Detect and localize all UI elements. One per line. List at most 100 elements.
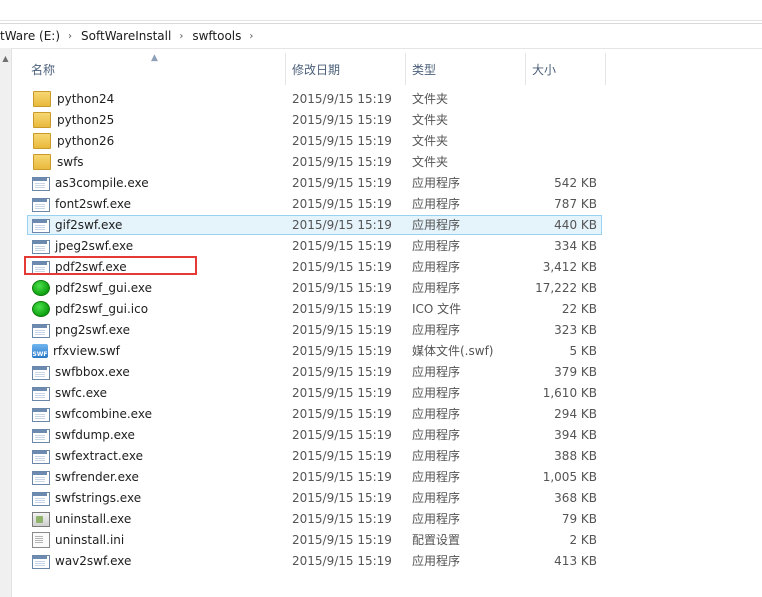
exe-icon [32, 449, 50, 464]
file-type: 应用程序 [412, 554, 461, 568]
file-name-cell: jpeg2swf.exe [32, 236, 133, 256]
file-row[interactable]: uninstall.ini 2015/9/15 15:19 配置设置 2 KB [27, 530, 602, 550]
file-row[interactable]: swfstrings.exe 2015/9/15 15:19 应用程序 368 KB [27, 488, 602, 508]
file-name: swfstrings.exe [55, 491, 142, 505]
address-bar[interactable]: tWare (E:) › SoftWareInstall › swftools … [0, 23, 762, 49]
file-row[interactable]: python26 2015/9/15 15:19 文件夹 [27, 131, 602, 151]
file-name: uninstall.ini [55, 533, 125, 547]
file-row[interactable]: swfc.exe 2015/9/15 15:19 应用程序 1,610 KB [27, 383, 602, 403]
file-row[interactable]: swfs 2015/9/15 15:19 文件夹 [27, 152, 602, 172]
file-type: 应用程序 [412, 428, 461, 442]
folder-icon [33, 91, 51, 107]
file-size: 2 KB [569, 533, 597, 547]
folder-icon [33, 112, 51, 128]
column-divider[interactable] [605, 53, 606, 85]
file-type: 配置设置 [412, 533, 461, 547]
file-name-cell: swfbbox.exe [32, 362, 130, 382]
file-date: 2015/9/15 15:19 [292, 491, 392, 505]
exe-icon [32, 323, 50, 338]
file-row[interactable]: png2swf.exe 2015/9/15 15:19 应用程序 323 KB [27, 320, 602, 340]
chevron-right-icon[interactable]: › [179, 31, 183, 42]
column-header-size[interactable]: 大小 [526, 49, 606, 89]
file-row[interactable]: font2swf.exe 2015/9/15 15:19 应用程序 787 KB [27, 194, 602, 214]
file-row[interactable]: swfdump.exe 2015/9/15 15:19 应用程序 394 KB [27, 425, 602, 445]
file-name-cell: swfs [32, 152, 84, 172]
file-row[interactable]: pdf2swf.exe 2015/9/15 15:19 应用程序 3,412 KB [27, 257, 602, 277]
file-row[interactable]: uninstall.exe 2015/9/15 15:19 应用程序 79 KB [27, 509, 602, 529]
file-row[interactable]: swfcombine.exe 2015/9/15 15:19 应用程序 294 KB [27, 404, 602, 424]
file-type: 媒体文件(.swf) [412, 344, 494, 358]
file-name: swfdump.exe [55, 428, 135, 442]
file-date: 2015/9/15 15:19 [292, 365, 392, 379]
file-date: 2015/9/15 15:19 [292, 218, 392, 232]
breadcrumb-item-softwareinstall[interactable]: SoftWareInstall [81, 29, 171, 43]
vertical-scrollbar[interactable]: ▲ [0, 48, 12, 597]
file-size: 1,005 KB [542, 470, 597, 484]
file-name: swfbbox.exe [55, 365, 130, 379]
file-name-cell: pdf2swf_gui.ico [32, 299, 148, 319]
chevron-right-icon[interactable]: › [68, 31, 72, 42]
file-name: swfs [57, 155, 84, 169]
file-type: 应用程序 [412, 449, 461, 463]
file-row[interactable]: jpeg2swf.exe 2015/9/15 15:19 应用程序 334 KB [27, 236, 602, 256]
file-row[interactable]: python24 2015/9/15 15:19 文件夹 [27, 89, 602, 109]
exe-icon [32, 491, 50, 506]
file-name: jpeg2swf.exe [55, 239, 134, 253]
file-size: 294 KB [554, 407, 597, 421]
file-date: 2015/9/15 15:19 [292, 470, 392, 484]
file-size: 22 KB [561, 302, 597, 316]
file-type: 文件夹 [412, 92, 449, 106]
breadcrumb-item-drive[interactable]: tWare (E:) [0, 29, 60, 43]
column-header-name[interactable]: 名称 ▲ [11, 49, 286, 89]
file-name-cell: png2swf.exe [32, 320, 130, 340]
file-name-cell: swfrender.exe [32, 467, 139, 487]
file-size: 379 KB [554, 365, 597, 379]
ini-icon [32, 532, 50, 548]
file-name-cell: swfstrings.exe [32, 488, 141, 508]
file-name: swfc.exe [55, 386, 107, 400]
file-name: as3compile.exe [55, 176, 149, 190]
chevron-right-icon[interactable]: › [249, 31, 253, 42]
exe-icon [32, 554, 50, 569]
file-row[interactable]: python25 2015/9/15 15:19 文件夹 [27, 110, 602, 130]
file-date: 2015/9/15 15:19 [292, 449, 392, 463]
exe-icon [32, 176, 50, 191]
file-row[interactable]: SWF rfxview.swf 2015/9/15 15:19 媒体文件(.swf) 5… [27, 341, 602, 361]
exe-icon [32, 386, 50, 401]
file-date: 2015/9/15 15:19 [292, 344, 392, 358]
column-header-type[interactable]: 类型 [406, 49, 526, 89]
swf-icon: SWF [32, 344, 48, 358]
column-header-name-label: 名称 [31, 62, 56, 77]
file-name: pdf2swf.exe [55, 260, 127, 274]
column-header-date[interactable]: 修改日期 [286, 49, 406, 89]
file-row[interactable]: swfbbox.exe 2015/9/15 15:19 应用程序 379 KB [27, 362, 602, 382]
exe-icon [32, 407, 50, 422]
file-row[interactable]: pdf2swf_gui.ico 2015/9/15 15:19 ICO 文件 22 K… [27, 299, 602, 319]
scroll-up-arrow-icon[interactable]: ▲ [1, 54, 10, 63]
file-size: 323 KB [554, 323, 597, 337]
breadcrumb-item-swftools[interactable]: swftools [192, 29, 241, 43]
file-name: python26 [57, 134, 115, 148]
file-date: 2015/9/15 15:19 [292, 113, 392, 127]
file-date: 2015/9/15 15:19 [292, 155, 392, 169]
exe-icon [32, 470, 50, 485]
file-date: 2015/9/15 15:19 [292, 407, 392, 421]
exe-icon [32, 428, 50, 443]
file-name: wav2swf.exe [55, 554, 132, 568]
file-row[interactable]: as3compile.exe 2015/9/15 15:19 应用程序 542 KB [27, 173, 602, 193]
file-date: 2015/9/15 15:19 [292, 239, 392, 253]
file-name: pdf2swf_gui.exe [55, 281, 153, 295]
file-row[interactable]: pdf2swf_gui.exe 2015/9/15 15:19 应用程序 17,222… [27, 278, 602, 298]
file-size: 394 KB [554, 428, 597, 442]
file-name: font2swf.exe [55, 197, 132, 211]
file-type: 应用程序 [412, 218, 461, 232]
file-name-cell: gif2swf.exe [32, 215, 122, 235]
file-row[interactable]: gif2swf.exe 2015/9/15 15:19 应用程序 440 KB [27, 215, 602, 235]
file-name-cell: pdf2swf_gui.exe [32, 278, 152, 298]
column-header-row: 名称 ▲ 修改日期 类型 大小 [11, 49, 606, 89]
file-row[interactable]: swfrender.exe 2015/9/15 15:19 应用程序 1,005 KB [27, 467, 602, 487]
file-row[interactable]: wav2swf.exe 2015/9/15 15:19 应用程序 413 KB [27, 551, 602, 571]
file-size: 5 KB [569, 344, 597, 358]
file-name-cell: wav2swf.exe [32, 551, 131, 571]
file-row[interactable]: swfextract.exe 2015/9/15 15:19 应用程序 388 KB [27, 446, 602, 466]
